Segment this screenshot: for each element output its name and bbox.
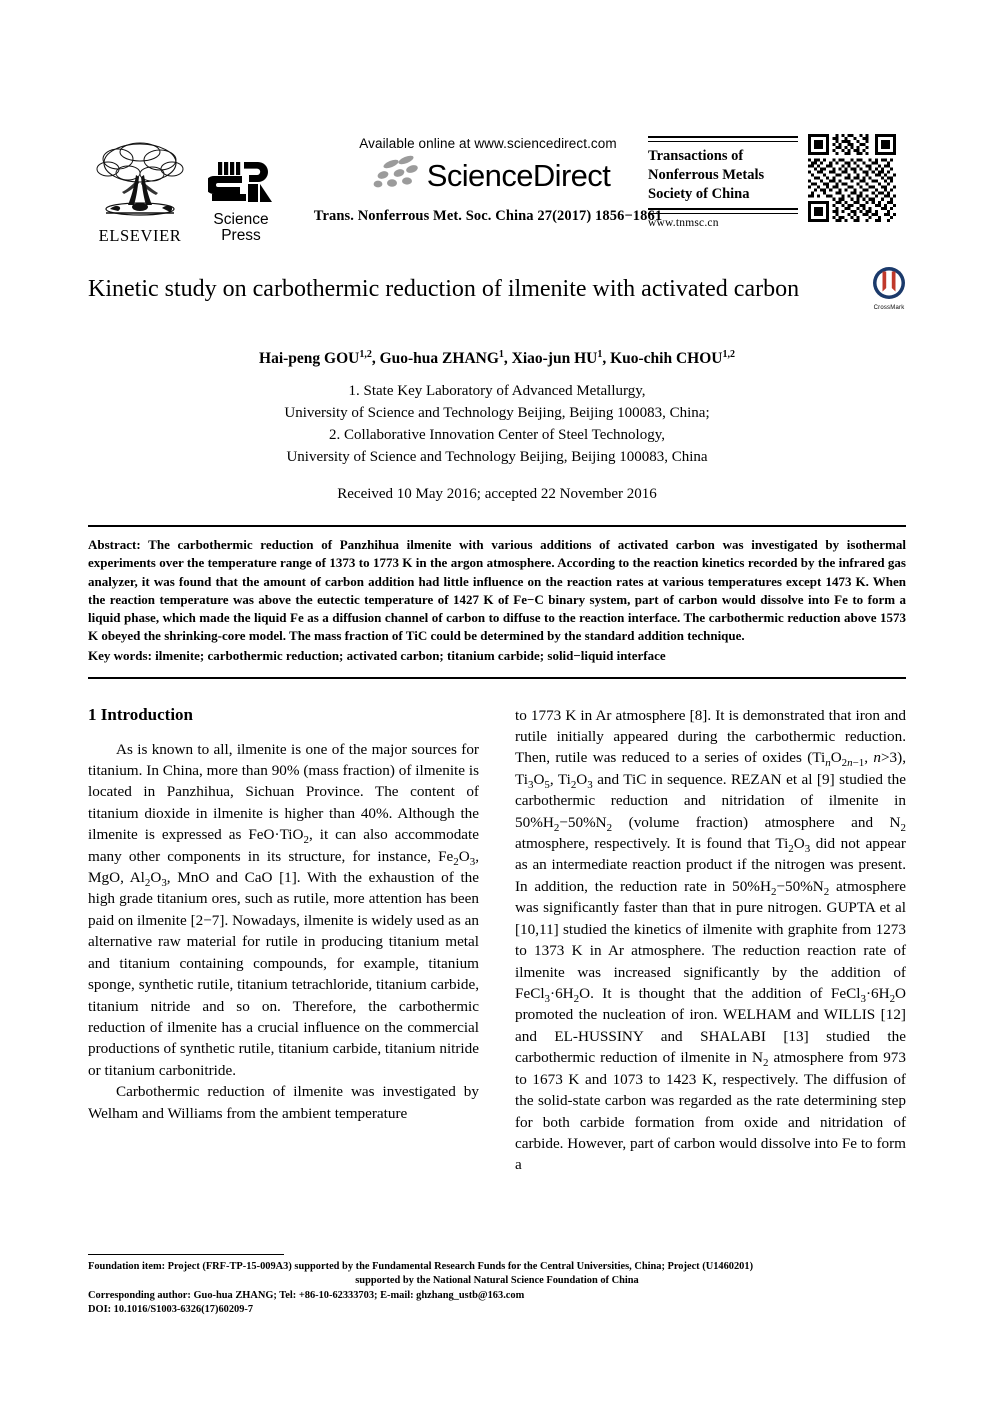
sciencedirect-label: ScienceDirect [426, 157, 611, 193]
crossmark-icon [872, 267, 906, 304]
crossmark-badge[interactable]: CrossMark [862, 266, 916, 311]
science-press-label-line1: Science [213, 210, 269, 228]
keywords-label: Key words: [88, 648, 152, 664]
abstract-text: The carbothermic reduction of Panzhihua … [88, 537, 906, 644]
elsevier-tree-icon [88, 137, 192, 225]
body-columns: 1 Introduction As is known to all, ilmen… [88, 705, 906, 1176]
foundation-item-line1: Foundation item: Project (FRF-TP-15-009A… [88, 1261, 754, 1272]
affiliation-line: 2. Collaborative Innovation Center of St… [329, 427, 665, 444]
right-column: to 1773 K in Ar atmosphere [8]. It is de… [515, 705, 906, 1176]
crossmark-label: CrossMark [873, 305, 905, 311]
sciencedirect-dots-icon [366, 153, 424, 198]
journal-url[interactable]: www.tnmsc.cn [648, 217, 798, 229]
affiliations: 1. State Key Laboratory of Advanced Meta… [88, 380, 906, 468]
affiliation-line: 1. State Key Laboratory of Advanced Meta… [348, 383, 646, 399]
paragraph: As is known to all, ilmenite is one of t… [88, 740, 479, 1079]
journal-identity-block: Transactions of Nonferrous Metals Societ… [648, 134, 906, 229]
sciencedirect-logo: ScienceDirect [293, 153, 683, 198]
elsevier-logo: ELSEVIER [88, 137, 192, 246]
affiliation-line: University of Science and Technology Bei… [286, 449, 708, 466]
title-row: Kinetic study on carbothermic reduction … [88, 267, 906, 314]
footnote-block: Foundation item: Project (FRF-TP-15-009A… [88, 1254, 906, 1317]
author-list: Hai-peng GOU1,2, Guo-hua ZHANG1, Xiao-ju… [259, 348, 735, 367]
journal-title-box: Transactions of Nonferrous Metals Societ… [648, 134, 798, 229]
journal-reference: Trans. Nonferrous Met. Soc. China 27(201… [313, 208, 663, 224]
journal-title-line3: Society of China [648, 185, 750, 202]
paragraph: Carbothermic reduction of ilmenite was i… [88, 1083, 479, 1122]
corresponding-author: Corresponding author: Guo-hua ZHANG; Tel… [88, 1289, 525, 1301]
foundation-item-line2: supported by the National Natural Scienc… [355, 1275, 639, 1287]
abstract-top-rule [88, 525, 906, 528]
abstract-bottom-rule [88, 676, 906, 679]
section-heading-introduction: 1 Introduction [88, 704, 194, 724]
doi[interactable]: DOI: 10.1016/S1003-6326(17)60209-7 [88, 1303, 906, 1317]
keywords-block: Key words: ilmenite; carbothermic reduct… [88, 647, 906, 665]
science-press-logo: Science Press [198, 160, 284, 246]
abstract-label: Abstract: [88, 537, 141, 553]
page-title: Kinetic study on carbothermic reduction … [88, 276, 800, 302]
journal-title-line2: Nonferrous Metals [648, 166, 765, 183]
left-column: 1 Introduction As is known to all, ilmen… [88, 705, 479, 1176]
sciencedirect-block: Available online at www.sciencedirect.co… [293, 136, 683, 225]
masthead: ELSEVIER Science Press Available online … [88, 128, 906, 248]
journal-box-bottom-rule [648, 207, 798, 214]
abstract-block: Abstract: The carbothermic reduction of … [88, 536, 906, 645]
footnote-rule [88, 1254, 284, 1255]
keywords-text: ilmenite; carbothermic reduction; activa… [155, 648, 666, 664]
science-press-label-line2: Press [221, 227, 261, 245]
page-content: ELSEVIER Science Press Available online … [88, 0, 906, 1176]
journal-title-line1: Transactions of [648, 148, 744, 164]
elsevier-label: ELSEVIER [98, 226, 182, 245]
publisher-logos: ELSEVIER Science Press [88, 128, 288, 246]
journal-box-top-rule [648, 136, 798, 142]
available-online-text: Available online at www.sciencedirect.co… [359, 136, 617, 151]
qr-code-icon[interactable] [808, 134, 896, 222]
paper-page: ELSEVIER Science Press Available online … [0, 0, 992, 1403]
received-accepted-dates: Received 10 May 2016; accepted 22 Novemb… [337, 486, 657, 503]
science-press-mark-icon [198, 160, 284, 212]
paragraph: to 1773 K in Ar atmosphere [8]. It is de… [515, 706, 906, 1174]
affiliation-line: University of Science and Technology Bei… [284, 405, 710, 422]
